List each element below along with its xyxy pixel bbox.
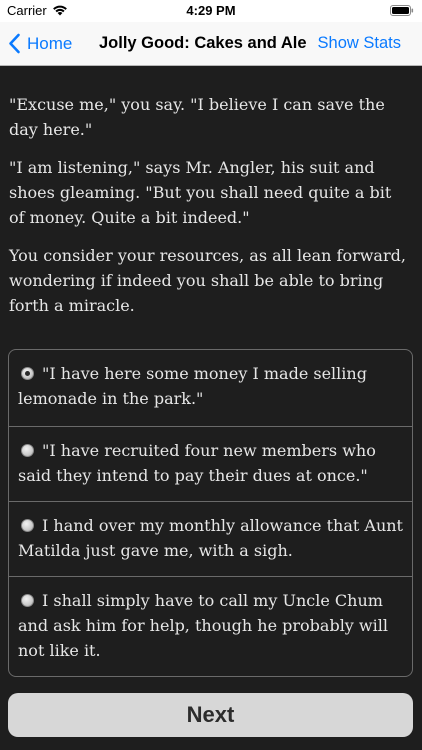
story-text: "Excuse me," you say. "I believe I can s…	[9, 92, 409, 331]
choice-option-3[interactable]: I hand over my monthly allowance that Au…	[9, 501, 412, 576]
choice-label: "I have recruited four new members who s…	[18, 441, 376, 485]
choice-option-4[interactable]: I shall simply have to call my Uncle Chu…	[9, 576, 412, 676]
choice-label: "I have here some money I made selling l…	[18, 364, 367, 408]
choice-option-1[interactable]: "I have here some money I made selling l…	[9, 350, 412, 426]
show-stats-button[interactable]: Show Stats	[318, 22, 401, 65]
choice-option-2[interactable]: "I have recruited four new members who s…	[9, 426, 412, 501]
back-button-label: Home	[27, 33, 73, 53]
story-paragraph: "I am listening," says Mr. Angler, his s…	[9, 158, 392, 227]
choice-label: I hand over my monthly allowance that Au…	[18, 516, 403, 560]
navigation-bar: Home Jolly Good: Cakes and Ale Show Stat…	[0, 22, 422, 66]
page-title: Jolly Good: Cakes and Ale	[99, 34, 307, 52]
next-button[interactable]: Next	[8, 693, 413, 737]
chevron-left-icon	[9, 33, 20, 54]
radio-selected-icon[interactable]	[21, 367, 34, 380]
status-bar: Carrier 4:29 PM	[0, 0, 422, 22]
choice-label: I shall simply have to call my Uncle Chu…	[18, 591, 388, 660]
choice-list: "I have here some money I made selling l…	[8, 349, 413, 677]
status-time: 4:29 PM	[186, 3, 236, 18]
back-button[interactable]: Home	[8, 22, 72, 65]
battery-icon	[390, 5, 414, 16]
radio-unselected-icon[interactable]	[21, 594, 34, 607]
radio-unselected-icon[interactable]	[21, 519, 34, 532]
story-paragraph: "Excuse me," you say. "I believe I can s…	[9, 95, 385, 139]
story-paragraph: You consider your resources, as all lean…	[9, 246, 406, 315]
radio-unselected-icon[interactable]	[21, 444, 34, 457]
